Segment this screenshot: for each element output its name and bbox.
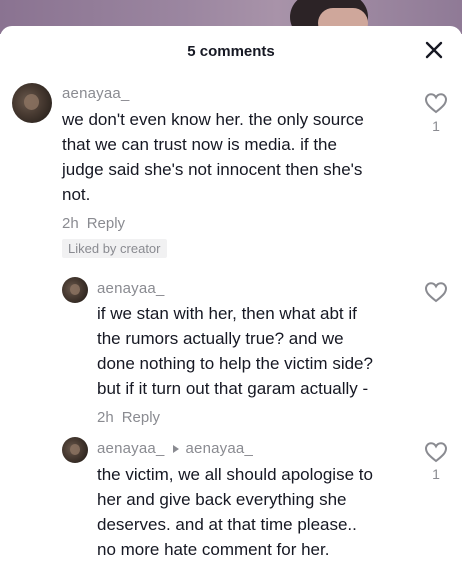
reply-to-arrow-icon xyxy=(172,444,179,453)
comment-meta: 2h Reply xyxy=(62,215,125,232)
reply-button[interactable]: Reply xyxy=(87,215,125,232)
avatar[interactable] xyxy=(12,83,52,123)
reply-time: 2h xyxy=(97,409,114,426)
reply-username[interactable]: aenayaa_ xyxy=(97,280,165,297)
reply-meta: 2h Reply xyxy=(97,409,160,426)
comment-text-line: not. xyxy=(62,185,91,204)
reply-text-line: deserves. and at that time please.. xyxy=(97,515,357,534)
reply-text: if we stan with her, then what abt if th… xyxy=(97,301,417,401)
reply-text-line: the rumors actually true? and we xyxy=(97,329,344,348)
reply-button[interactable]: Reply xyxy=(122,409,160,426)
reply-text-line: her and give back everything she xyxy=(97,490,347,509)
reply-username-line: aenayaa_ aenayaa_ xyxy=(97,440,253,457)
liked-by-creator-badge: Liked by creator xyxy=(62,239,167,258)
like-count: 1 xyxy=(432,118,440,134)
avatar[interactable] xyxy=(62,437,88,463)
heart-icon[interactable] xyxy=(424,281,448,303)
reply-to-username[interactable]: aenayaa_ xyxy=(186,440,254,457)
comments-count-title: 5 comments xyxy=(187,43,275,60)
reply-text-line: but if it turn out that garam actually - xyxy=(97,379,369,398)
comment-text: we don't even know her. the only source … xyxy=(62,107,412,207)
reply-text-line: the victim, we all should apologise to xyxy=(97,465,373,484)
close-icon[interactable] xyxy=(422,38,446,62)
reply-username[interactable]: aenayaa_ xyxy=(97,440,165,457)
comment-time: 2h xyxy=(62,215,79,232)
reply-text-line: if we stan with her, then what abt if xyxy=(97,304,357,323)
reply-text: the victim, we all should apologise to h… xyxy=(97,462,417,562)
heart-icon[interactable] xyxy=(424,441,448,463)
avatar[interactable] xyxy=(62,277,88,303)
comment-text-line: that we can trust now is media. if the xyxy=(62,135,337,154)
heart-icon[interactable] xyxy=(424,92,448,114)
reply-text-line: done nothing to help the victim side? xyxy=(97,354,373,373)
comment-username[interactable]: aenayaa_ xyxy=(62,85,130,102)
comment-text-line: judge said she's not innocent then she's xyxy=(62,160,363,179)
comment-text-line: we don't even know her. the only source xyxy=(62,110,364,129)
reply-text-line: no more hate comment for her. xyxy=(97,540,330,559)
like-count: 1 xyxy=(432,466,440,482)
